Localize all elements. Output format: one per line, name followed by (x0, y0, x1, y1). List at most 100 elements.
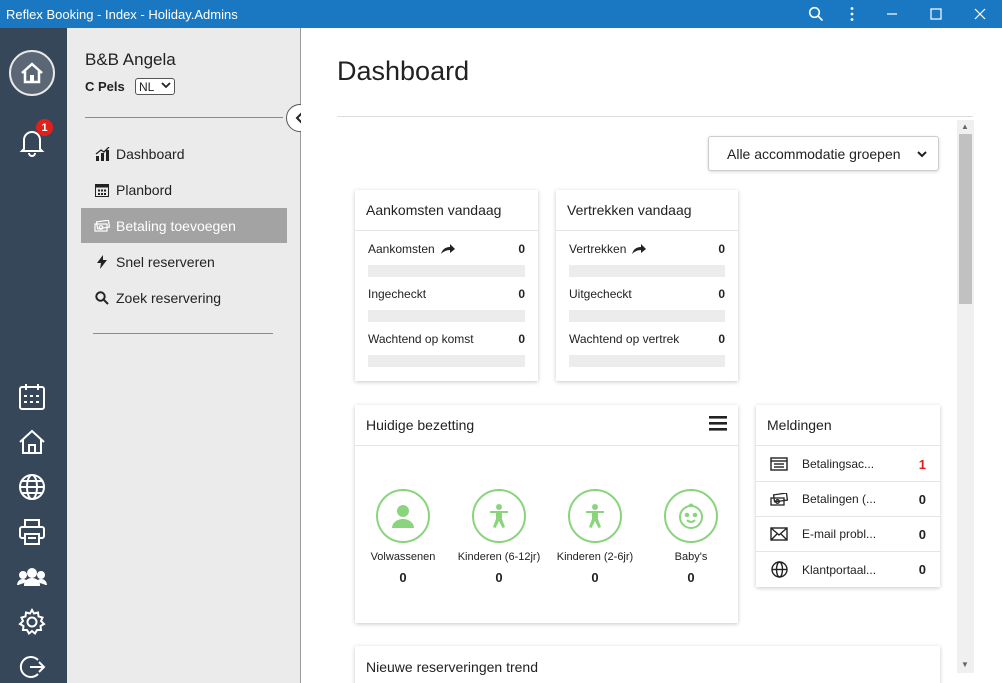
home-button[interactable] (14, 424, 50, 460)
user-name: C Pels (85, 79, 125, 94)
home-logo-button[interactable] (9, 50, 55, 96)
title-bar: Reflex Booking - Index - Holiday.Admins (0, 0, 1002, 28)
divider (85, 117, 283, 118)
nav-item-planbord[interactable]: Planbord (81, 172, 287, 207)
stat-row[interactable]: Aankomsten 0 (368, 242, 525, 256)
globe-icon (19, 474, 45, 500)
occupancy-label: Volwassenen (370, 551, 436, 563)
nav-item-label: Snel reserveren (116, 253, 215, 270)
language-select[interactable]: NL (135, 78, 175, 95)
stat-label: Uitgecheckt (569, 287, 632, 301)
search-icon (94, 290, 110, 306)
occupancy-label: Kinderen (6-12jr) (457, 551, 541, 563)
notification-count: 1 (918, 456, 926, 472)
nav-item-dashboard[interactable]: Dashboard (81, 136, 287, 171)
logout-button[interactable] (14, 649, 50, 683)
calendar-button[interactable] (14, 379, 50, 415)
stat-row[interactable]: Uitgecheckt 0 (569, 287, 725, 301)
occupancy-value: 0 (591, 570, 599, 585)
card-title: Nieuwe reserveringen trend (366, 659, 538, 675)
stat-row[interactable]: Vertrekken 0 (569, 242, 725, 256)
child-icon (472, 489, 526, 543)
share-arrow-icon (440, 244, 455, 254)
notification-label: Betalingsac... (802, 457, 875, 471)
notifications-button[interactable]: 1 (14, 119, 53, 160)
occupancy-babies: Baby's 0 (643, 489, 739, 585)
notification-label: Betalingen (... (802, 492, 877, 506)
notification-label: E-mail probl... (802, 527, 877, 541)
window-title: Reflex Booking - Index - Holiday.Admins (6, 6, 238, 22)
vertical-scrollbar[interactable]: ▲ ▼ (957, 120, 974, 673)
stat-label: Vertrekken (569, 242, 627, 256)
notification-count: 0 (918, 526, 926, 542)
nav-item-snel-reserveren[interactable]: Snel reserveren (81, 244, 287, 279)
scroll-up-icon[interactable]: ▲ (961, 122, 969, 131)
users-icon (17, 568, 47, 586)
more-options-icon[interactable] (834, 0, 870, 28)
progress-bar (569, 265, 725, 277)
hamburger-menu-icon[interactable] (709, 416, 727, 434)
departures-card: Vertrekken vandaag Vertrekken 0 Uitgeche… (556, 190, 738, 381)
reservations-trend-card: Nieuwe reserveringen trend (355, 646, 940, 683)
occupancy-adults: Volwassenen 0 (355, 489, 451, 585)
occupancy-card: Huidige bezetting Volwassenen 0 Kinderen… (355, 405, 738, 623)
scroll-thumb[interactable] (959, 134, 972, 304)
child-icon (568, 489, 622, 543)
stat-row[interactable]: Wachtend op vertrek 0 (569, 332, 725, 346)
card-title: Vertrekken vandaag (556, 190, 738, 231)
notification-item[interactable]: E-mail probl... 0 (756, 517, 940, 552)
globe-icon (768, 561, 790, 578)
stat-value: 0 (518, 332, 525, 346)
home-logo-icon (9, 50, 55, 96)
arrivals-card: Aankomsten vandaag Aankomsten 0 Ingechec… (355, 190, 538, 381)
occupancy-value: 0 (495, 570, 503, 585)
occupancy-label: Kinderen (2-6jr) (556, 551, 634, 563)
money-icon (768, 492, 790, 506)
close-button[interactable] (958, 0, 1002, 28)
maximize-button[interactable] (914, 0, 958, 28)
stat-value: 0 (718, 332, 725, 346)
stat-value: 0 (518, 287, 525, 301)
share-arrow-icon (632, 244, 647, 254)
card-title: Meldingen (756, 405, 940, 446)
globe-button[interactable] (14, 469, 50, 505)
stat-row[interactable]: Wachtend op komst 0 (368, 332, 525, 346)
stat-value: 0 (518, 242, 525, 256)
nav-item-betaling-toevoegen[interactable]: Betaling toevoegen (81, 208, 287, 243)
money-icon (94, 218, 110, 234)
notification-count: 0 (918, 491, 926, 507)
person-icon (376, 489, 430, 543)
settings-button[interactable] (14, 604, 50, 640)
print-button[interactable] (14, 514, 50, 550)
card-title: Aankomsten vandaag (355, 190, 538, 231)
divider (93, 333, 273, 334)
chevron-down-icon (161, 80, 171, 93)
business-name: B&B Angela (85, 50, 176, 69)
zoom-search-icon[interactable] (798, 0, 834, 28)
stat-row[interactable]: Ingecheckt 0 (368, 287, 525, 301)
main-content: Dashboard Alle accommodatie groepen Aank… (301, 28, 1002, 683)
notification-item[interactable]: Betalingen (... 0 (756, 482, 940, 517)
guests-button[interactable] (14, 559, 50, 595)
lightning-icon (94, 254, 110, 270)
calendar-grid-icon (94, 182, 110, 198)
accommodation-group-select[interactable]: Alle accommodatie groepen (708, 136, 939, 171)
occupancy-children-6-12: Kinderen (6-12jr) 0 (451, 489, 547, 585)
printer-icon (19, 519, 45, 545)
select-value: Alle accommodatie groepen (727, 145, 901, 162)
progress-bar (569, 310, 725, 322)
progress-bar (368, 310, 525, 322)
stat-value: 0 (718, 287, 725, 301)
minimize-button[interactable] (870, 0, 914, 28)
notification-item[interactable]: Klantportaal... 0 (756, 552, 940, 587)
side-menu: B&B Angela C Pels NL Dashboard Planbord … (67, 28, 314, 683)
notification-label: Klantportaal... (802, 562, 877, 577)
icon-rail: 1 (0, 28, 67, 683)
scroll-down-icon[interactable]: ▼ (961, 660, 969, 669)
stat-label: Ingecheckt (368, 287, 427, 301)
nav-item-zoek-reservering[interactable]: Zoek reservering (81, 280, 287, 315)
notification-item[interactable]: Betalingsac... 1 (756, 447, 940, 482)
occupancy-value: 0 (687, 570, 695, 585)
chart-icon (94, 146, 110, 162)
notifications-card: Meldingen Betalingsac... 1 Betalingen (.… (756, 405, 940, 587)
